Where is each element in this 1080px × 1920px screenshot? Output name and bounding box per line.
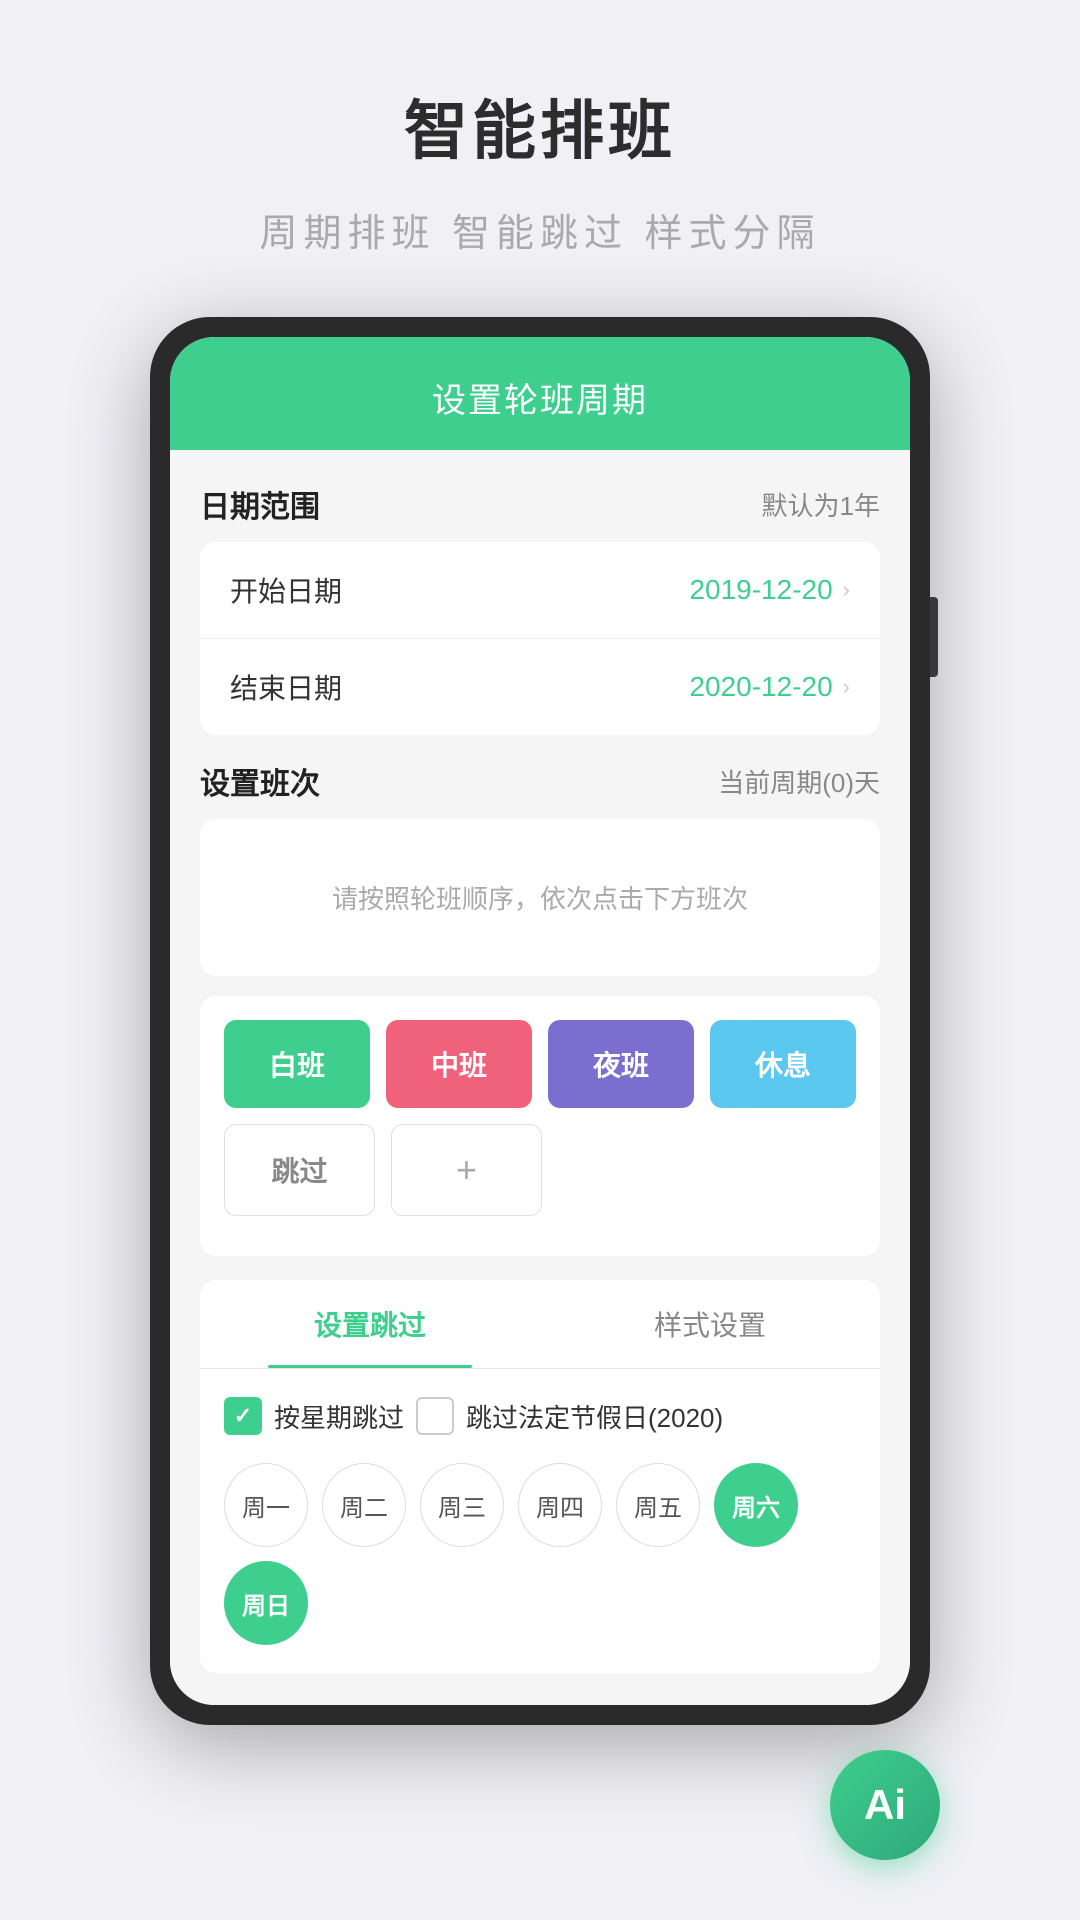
date-range-card: 开始日期 2019-12-20 › 结束日期 2020-12-20 › (200, 542, 880, 735)
shift-btn-skip[interactable]: 跳过 (224, 1124, 375, 1216)
date-range-hint: 默认为1年 (762, 486, 880, 523)
shift-setup-label: 设置班次 (200, 759, 320, 803)
shift-setup-hint: 当前周期(0)天 (718, 763, 880, 800)
tabs-row: 设置跳过 样式设置 (200, 1280, 880, 1369)
end-date-row[interactable]: 结束日期 2020-12-20 › (200, 639, 880, 735)
day-btn-tue[interactable]: 周二 (322, 1463, 406, 1547)
shift-btn-day[interactable]: 白班 (224, 1020, 370, 1108)
end-date-chevron-icon: › (843, 674, 850, 700)
day-btn-sun[interactable]: 周日 (224, 1561, 308, 1645)
tab-style-settings[interactable]: 样式设置 (540, 1280, 880, 1368)
date-range-label: 日期范围 (200, 482, 320, 526)
shift-buttons-row-2: 跳过 + (224, 1124, 856, 1216)
shift-btn-night[interactable]: 夜班 (548, 1020, 694, 1108)
checkbox-holiday-skip[interactable]: 跳过法定节假日(2020) (416, 1397, 723, 1435)
shift-setup-section-header: 设置班次 当前周期(0)天 (200, 759, 880, 803)
day-btn-wed[interactable]: 周三 (420, 1463, 504, 1547)
shift-placeholder-text: 请按照轮班顺序，依次点击下方班次 (230, 879, 850, 916)
date-range-section-header: 日期范围 默认为1年 (200, 482, 880, 526)
checkbox-holiday-label: 跳过法定节假日(2020) (466, 1398, 723, 1435)
start-date-row[interactable]: 开始日期 2019-12-20 › (200, 542, 880, 639)
shift-placeholder-card: 请按照轮班顺序，依次点击下方班次 (200, 819, 880, 976)
shift-buttons-row-1: 白班 中班 夜班 休息 (224, 1020, 856, 1108)
checkbox-holiday-box (416, 1397, 454, 1435)
checkbox-weekly-box: ✓ (224, 1397, 262, 1435)
skip-content: ✓ 按星期跳过 跳过法定节假日(2020) 周一 周二 周三 (200, 1369, 880, 1673)
app-header-title: 设置轮班周期 (170, 373, 910, 422)
page-subtitle: 周期排班 智能跳过 样式分隔 (259, 202, 820, 257)
page-title: 智能排班 (404, 80, 676, 172)
check-icon: ✓ (234, 1403, 252, 1429)
day-btn-mon[interactable]: 周一 (224, 1463, 308, 1547)
settings-card: 设置跳过 样式设置 ✓ 按星期跳过 (200, 1280, 880, 1673)
app-header: 设置轮班周期 (170, 337, 910, 450)
start-date-label: 开始日期 (230, 570, 342, 610)
ai-button-container: Ai (830, 1750, 940, 1860)
shift-btn-add[interactable]: + (391, 1124, 542, 1216)
shift-btn-rest[interactable]: 休息 (710, 1020, 856, 1108)
shift-btn-mid[interactable]: 中班 (386, 1020, 532, 1108)
day-btn-thu[interactable]: 周四 (518, 1463, 602, 1547)
tab-skip-settings[interactable]: 设置跳过 (200, 1280, 540, 1368)
shift-buttons-card: 白班 中班 夜班 休息 跳过 + (200, 996, 880, 1256)
start-date-value: 2019-12-20 › (689, 574, 850, 606)
day-selector: 周一 周二 周三 周四 周五 周六 周日 (224, 1463, 856, 1645)
app-body: 日期范围 默认为1年 开始日期 2019-12-20 › 结束日期 2020-1… (170, 450, 910, 1705)
phone-mockup: 设置轮班周期 日期范围 默认为1年 开始日期 2019-12-20 › (150, 317, 930, 1725)
end-date-label: 结束日期 (230, 667, 342, 707)
start-date-chevron-icon: › (843, 577, 850, 603)
phone-screen: 设置轮班周期 日期范围 默认为1年 开始日期 2019-12-20 › (170, 337, 910, 1705)
ai-button[interactable]: Ai (830, 1750, 940, 1860)
checkbox-weekly-skip[interactable]: ✓ 按星期跳过 (224, 1397, 404, 1435)
checkbox-weekly-label: 按星期跳过 (274, 1398, 404, 1435)
day-btn-sat[interactable]: 周六 (714, 1463, 798, 1547)
end-date-value: 2020-12-20 › (689, 671, 850, 703)
day-btn-fri[interactable]: 周五 (616, 1463, 700, 1547)
checkbox-row: ✓ 按星期跳过 跳过法定节假日(2020) (224, 1397, 856, 1435)
